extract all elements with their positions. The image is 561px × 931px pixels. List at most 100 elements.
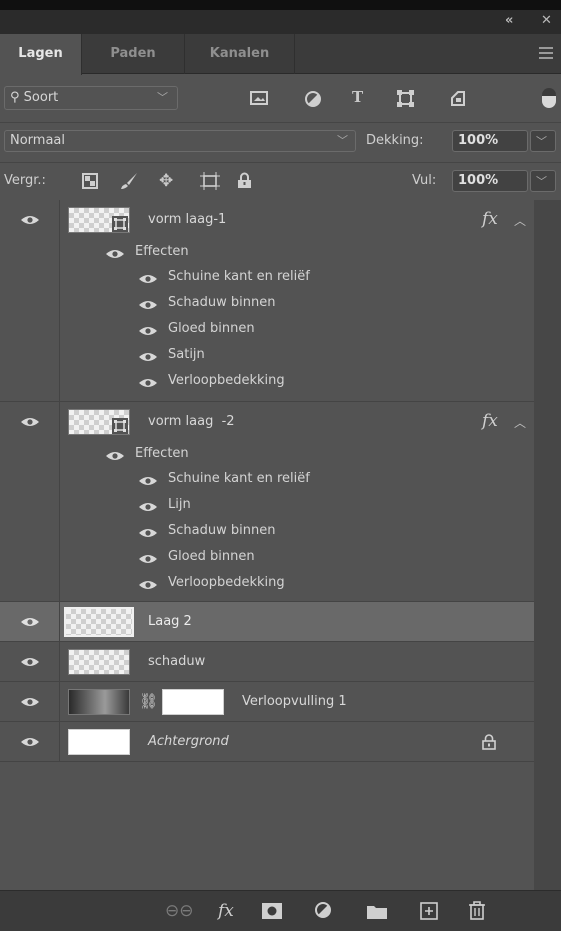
- effects-label: Effecten: [135, 244, 189, 259]
- eye-icon[interactable]: [20, 656, 40, 668]
- chain-link-icon[interactable]: ⛓: [139, 692, 158, 710]
- visibility-column: [0, 722, 60, 761]
- layers-list: vorm laag-1 fx ︿ Effecten Schuine kant e…: [0, 200, 534, 890]
- new-layer-icon[interactable]: [420, 902, 438, 920]
- visibility-column: [0, 200, 60, 401]
- scrollbar[interactable]: [534, 200, 561, 890]
- layer-name: Achtergrond: [148, 734, 229, 749]
- eye-icon[interactable]: [20, 416, 40, 428]
- close-icon[interactable]: ✕: [541, 13, 552, 28]
- effect-item[interactable]: Verloopbedekking: [168, 373, 285, 388]
- eye-icon[interactable]: [138, 299, 158, 311]
- tab-kanalen[interactable]: Kanalen: [185, 34, 295, 74]
- effect-item[interactable]: Schuine kant en reliëf: [168, 471, 310, 486]
- chevron-up-icon[interactable]: ︿: [514, 414, 526, 431]
- blend-mode-dropdown[interactable]: Normaal ﹀: [4, 130, 356, 152]
- effect-item[interactable]: Verloopbedekking: [168, 575, 285, 590]
- effect-item[interactable]: Satijn: [168, 347, 205, 362]
- lock-label: Vergr.:: [4, 173, 46, 188]
- fx-icon[interactable]: fx: [218, 901, 234, 921]
- effect-item[interactable]: Schuine kant en reliëf: [168, 269, 310, 284]
- collapse-icon[interactable]: «: [505, 13, 513, 28]
- eye-icon[interactable]: [138, 527, 158, 539]
- blend-row: Normaal ﹀ Dekking: 100% ﹀: [0, 122, 561, 160]
- new-group-icon[interactable]: [367, 904, 387, 919]
- shape-layer-badge-icon: [112, 216, 128, 232]
- shape-filter-icon[interactable]: [397, 90, 414, 107]
- chevron-up-icon[interactable]: ︿: [514, 212, 526, 229]
- eye-icon[interactable]: [20, 214, 40, 226]
- chevron-down-icon: ﹀: [536, 135, 547, 148]
- eye-icon[interactable]: [138, 273, 158, 285]
- opacity-input[interactable]: 100%: [452, 130, 528, 152]
- chevron-down-icon: ﹀: [157, 91, 168, 104]
- effect-item[interactable]: Schaduw binnen: [168, 523, 275, 538]
- eye-icon[interactable]: [138, 325, 158, 337]
- chevron-down-icon: ﹀: [536, 175, 547, 188]
- effects-label: Effecten: [135, 446, 189, 461]
- layer-thumbnail: [68, 649, 130, 675]
- eye-icon[interactable]: [20, 696, 40, 708]
- smart-object-filter-icon[interactable]: [450, 90, 466, 107]
- layer-name: Verloopvulling 1: [242, 694, 347, 709]
- type-filter-icon[interactable]: T: [352, 88, 363, 106]
- fx-icon[interactable]: fx: [482, 411, 498, 431]
- chevron-down-icon: ﹀: [337, 134, 348, 147]
- adjustment-filter-icon[interactable]: [305, 91, 321, 107]
- eye-icon[interactable]: [138, 579, 158, 591]
- fill-label: Vul:: [412, 173, 437, 188]
- layer-item-selected[interactable]: Laag 2: [0, 602, 534, 642]
- lock-transparent-pixels-icon[interactable]: [82, 173, 98, 189]
- new-adjustment-layer-icon[interactable]: [315, 902, 333, 920]
- tab-paden[interactable]: Paden: [82, 34, 185, 74]
- lock-image-pixels-icon[interactable]: [120, 172, 138, 190]
- prevent-autonest-icon[interactable]: [200, 172, 220, 190]
- delete-layer-icon[interactable]: [468, 901, 486, 920]
- eye-icon[interactable]: [138, 351, 158, 363]
- eye-icon[interactable]: [138, 501, 158, 513]
- search-icon: ⚲: [10, 90, 20, 105]
- tab-lagen[interactable]: Lagen: [0, 34, 82, 75]
- opacity-dropdown-button[interactable]: ﹀: [530, 130, 556, 152]
- eye-icon[interactable]: [105, 450, 125, 462]
- layer-item[interactable]: vorm laag -2 fx ︿ Effecten Schuine kant …: [0, 402, 534, 602]
- eye-icon[interactable]: [105, 248, 125, 260]
- layer-name: schaduw: [148, 654, 206, 669]
- eye-icon[interactable]: [20, 616, 40, 628]
- eye-icon[interactable]: [138, 553, 158, 565]
- layer-item[interactable]: ⛓ Verloopvulling 1: [0, 682, 534, 722]
- eye-icon[interactable]: [20, 736, 40, 748]
- fill-input[interactable]: 100%: [452, 170, 528, 192]
- link-layers-icon[interactable]: ⊖⊖: [165, 901, 194, 921]
- panel-tabs: Lagen Paden Kanalen: [0, 34, 561, 75]
- shape-layer-badge-icon: [112, 418, 128, 434]
- effect-item[interactable]: Schaduw binnen: [168, 295, 275, 310]
- gradient-fill-thumbnail: [68, 689, 130, 715]
- bottom-toolbar: ⊖⊖ fx: [0, 890, 561, 931]
- visibility-column: [0, 642, 60, 681]
- lock-position-icon[interactable]: ✥: [159, 171, 173, 191]
- effect-item[interactable]: Lijn: [168, 497, 191, 512]
- effect-item[interactable]: Gloed binnen: [168, 549, 255, 564]
- lock-all-icon[interactable]: [237, 172, 252, 189]
- pixel-filter-icon[interactable]: [250, 91, 268, 105]
- visibility-column: [0, 602, 60, 641]
- fill-dropdown-button[interactable]: ﹀: [530, 170, 556, 192]
- fx-icon[interactable]: fx: [482, 209, 498, 229]
- eye-icon[interactable]: [138, 475, 158, 487]
- eye-icon[interactable]: [138, 377, 158, 389]
- effect-item[interactable]: Gloed binnen: [168, 321, 255, 336]
- add-mask-icon[interactable]: [262, 903, 282, 919]
- panel-menu-icon[interactable]: [539, 47, 553, 59]
- panel-titlebar: « ✕: [0, 10, 561, 34]
- filter-toggle-switch[interactable]: [542, 88, 556, 108]
- layer-name: vorm laag -2: [148, 414, 235, 429]
- layer-name: Laag 2: [148, 614, 192, 629]
- layer-item[interactable]: schaduw: [0, 642, 534, 682]
- visibility-column: [0, 402, 60, 601]
- layer-mask-thumbnail[interactable]: [162, 689, 224, 715]
- lock-icon: [482, 734, 496, 750]
- layer-item[interactable]: vorm laag-1 fx ︿ Effecten Schuine kant e…: [0, 200, 534, 402]
- filter-kind-dropdown[interactable]: ⚲ Soort ﹀: [4, 86, 178, 110]
- layer-item[interactable]: Achtergrond: [0, 722, 534, 762]
